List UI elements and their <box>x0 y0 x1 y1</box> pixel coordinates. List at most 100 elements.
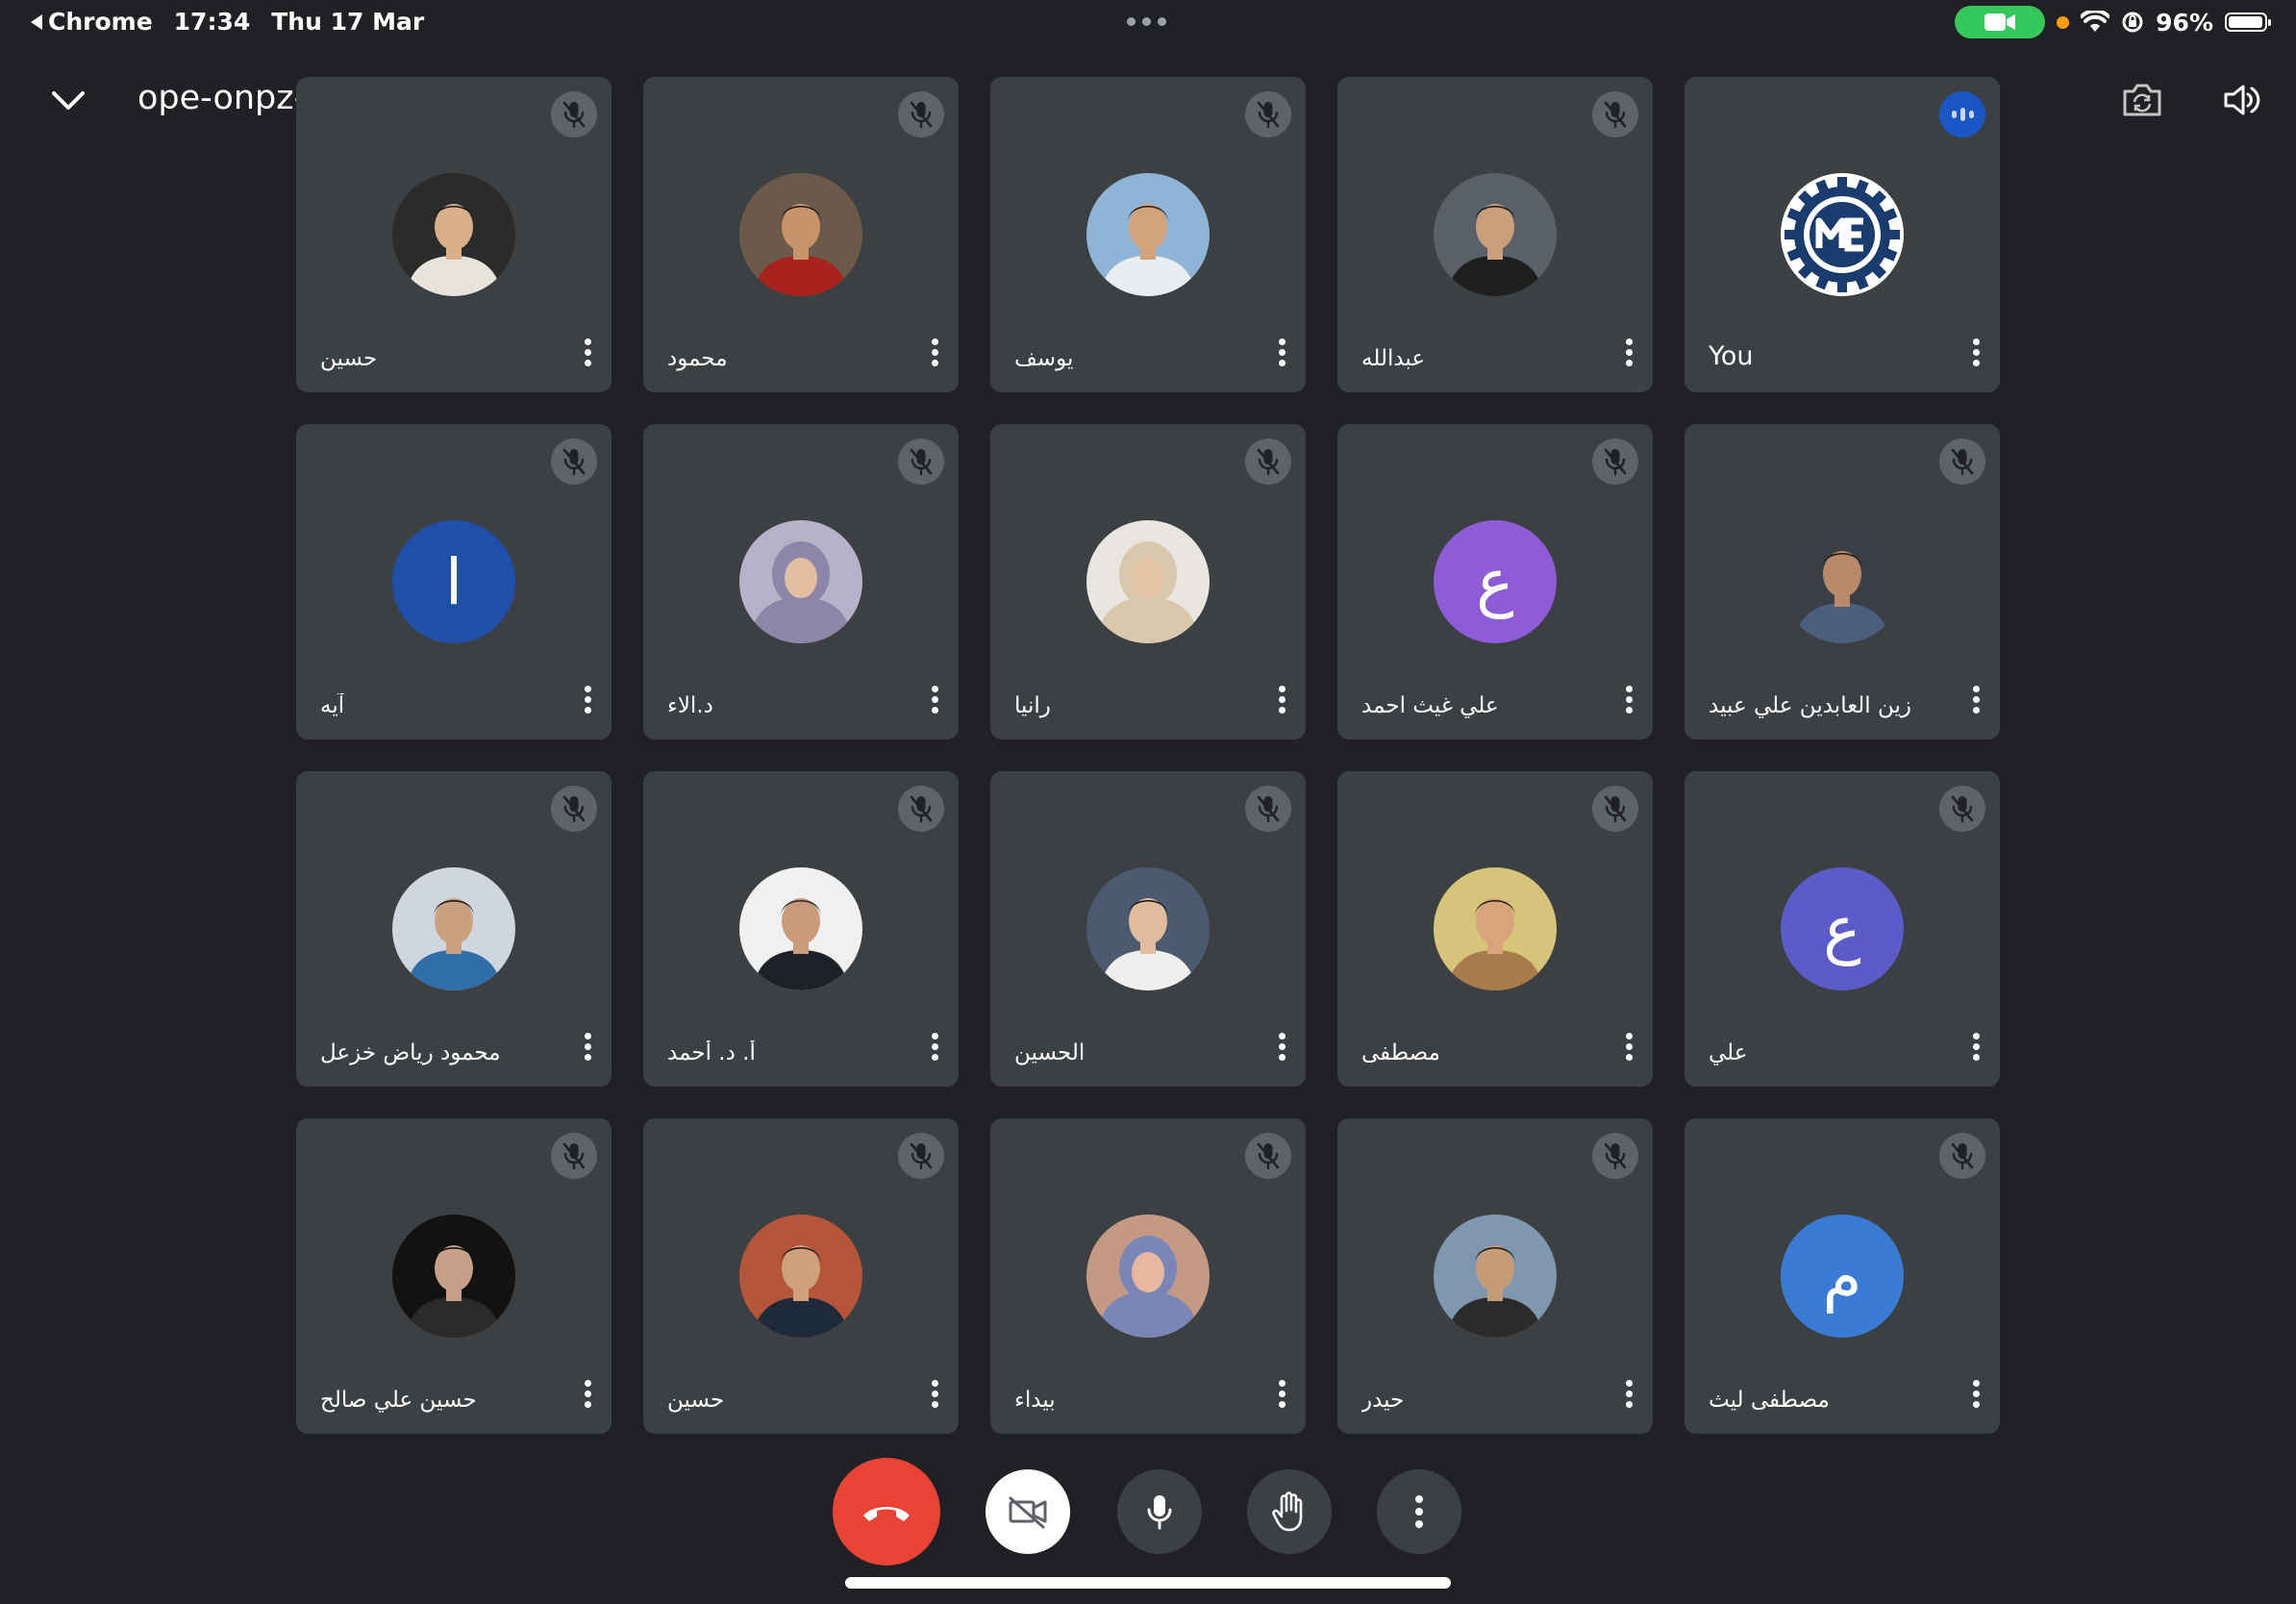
end-call-button[interactable] <box>833 1458 940 1566</box>
muted-badge <box>1592 91 1638 138</box>
mic-off-icon <box>1257 101 1280 129</box>
avatar <box>1434 867 1557 990</box>
avatar: ع <box>1781 867 1904 990</box>
participant-tile[interactable]: م مصطفى ليث <box>1685 1118 2000 1434</box>
participant-tile[interactable]: رانيا <box>990 424 1306 739</box>
participant-options-button[interactable] <box>574 1374 601 1413</box>
avatar <box>392 1215 515 1338</box>
muted-badge <box>898 1133 944 1179</box>
participant-options-button[interactable] <box>1962 1027 1989 1065</box>
mic-off-icon <box>1257 448 1280 476</box>
participant-tile[interactable]: زين العابدين علي عبيد <box>1685 424 2000 739</box>
participant-options-button[interactable] <box>1962 680 1989 718</box>
participant-tile[interactable]: أ. د. أحمد <box>643 771 959 1087</box>
avatar <box>392 173 515 296</box>
camera-in-use-indicator[interactable] <box>1955 6 2046 38</box>
participant-tile[interactable]: ا آيه <box>296 424 611 739</box>
participant-tile[interactable]: محمود <box>643 77 959 392</box>
mic-off-icon <box>1604 448 1627 476</box>
back-to-app-button[interactable]: Chrome <box>31 8 153 36</box>
microphone-toggle-button[interactable] <box>1117 1469 1202 1554</box>
mic-off-icon <box>1604 101 1627 129</box>
participant-options-button[interactable] <box>921 1374 948 1413</box>
muted-badge <box>1939 786 1985 832</box>
mic-off-icon <box>1951 448 1974 476</box>
minimize-call-button[interactable] <box>44 77 92 125</box>
muted-badge <box>1245 1133 1291 1179</box>
muted-badge <box>551 439 597 485</box>
switch-camera-button[interactable] <box>2115 75 2169 125</box>
participant-name: حسين <box>320 346 378 371</box>
camera-off-icon <box>1009 1496 1047 1529</box>
participant-tile[interactable]: يوسف <box>990 77 1306 392</box>
participant-tile[interactable]: ع علي <box>1685 771 2000 1087</box>
participant-name: علي <box>1709 1040 1748 1065</box>
home-indicator[interactable] <box>845 1577 1451 1589</box>
participant-options-button[interactable] <box>1615 333 1642 371</box>
camera-toggle-button[interactable] <box>986 1469 1070 1554</box>
participant-tile[interactable]: ع علي غيث احمد <box>1337 424 1653 739</box>
video-camera-icon <box>1984 13 2016 31</box>
participant-tile[interactable]: الحسين <box>990 771 1306 1087</box>
raise-hand-button[interactable] <box>1247 1469 1332 1554</box>
participant-name: عبدالله <box>1361 346 1426 371</box>
participant-options-button[interactable] <box>1268 680 1295 718</box>
participant-tile[interactable]: You <box>1685 77 2000 392</box>
participant-tile[interactable]: د.الاء <box>643 424 959 739</box>
participant-options-button[interactable] <box>921 680 948 718</box>
participant-options-button[interactable] <box>574 680 601 718</box>
participant-options-button[interactable] <box>921 333 948 371</box>
muted-badge <box>551 1133 597 1179</box>
avatar <box>1781 520 1904 643</box>
avatar <box>1781 173 1904 296</box>
avatar: ا <box>392 520 515 643</box>
participant-options-button[interactable] <box>1962 333 1989 371</box>
muted-badge <box>1939 439 1985 485</box>
muted-badge <box>1939 1133 1985 1179</box>
orientation-lock-icon <box>2122 12 2143 33</box>
participant-name: أ. د. أحمد <box>667 1040 756 1065</box>
status-time: 17:34 <box>173 8 251 36</box>
avatar <box>1086 520 1210 643</box>
mic-off-icon <box>910 1142 933 1170</box>
call-controls <box>0 1458 2296 1566</box>
wifi-icon <box>2081 11 2110 32</box>
participant-tile[interactable]: بيداء <box>990 1118 1306 1434</box>
avatar <box>739 867 862 990</box>
participant-options-button[interactable] <box>1615 680 1642 718</box>
participant-name: حسين <box>667 1388 725 1413</box>
avatar <box>392 867 515 990</box>
audio-output-button[interactable] <box>2215 75 2269 125</box>
multitasking-dots[interactable] <box>1127 17 1166 26</box>
participant-tile[interactable]: محمود رياض خزعل <box>296 771 611 1087</box>
avatar <box>1434 1215 1557 1338</box>
mic-off-icon <box>1257 795 1280 823</box>
participant-options-button[interactable] <box>1268 1374 1295 1413</box>
mic-off-icon <box>562 101 586 129</box>
participant-tile[interactable]: حسين <box>643 1118 959 1434</box>
participant-name: مصطفى ليث <box>1709 1388 1830 1413</box>
battery-icon <box>2225 13 2271 32</box>
participant-name: محمود <box>667 346 728 371</box>
participant-name: يوسف <box>1014 346 1074 371</box>
participant-options-button[interactable] <box>1962 1374 1989 1413</box>
back-app-label: Chrome <box>48 8 153 36</box>
more-options-button[interactable] <box>1377 1469 1461 1554</box>
participant-tile[interactable]: حيدر <box>1337 1118 1653 1434</box>
participant-options-button[interactable] <box>574 333 601 371</box>
participant-options-button[interactable] <box>1268 333 1295 371</box>
participant-options-button[interactable] <box>574 1027 601 1065</box>
participant-tile[interactable]: مصطفى <box>1337 771 1653 1087</box>
mic-off-icon <box>910 795 933 823</box>
mic-in-use-dot <box>2057 15 2070 29</box>
participant-tile[interactable]: حسين علي صالح <box>296 1118 611 1434</box>
avatar: ع <box>1434 520 1557 643</box>
mic-off-icon <box>562 795 586 823</box>
participant-options-button[interactable] <box>1268 1027 1295 1065</box>
participant-tile[interactable]: حسين <box>296 77 611 392</box>
avatar <box>739 520 862 643</box>
participant-options-button[interactable] <box>921 1027 948 1065</box>
participant-options-button[interactable] <box>1615 1027 1642 1065</box>
participant-tile[interactable]: عبدالله <box>1337 77 1653 392</box>
participant-options-button[interactable] <box>1615 1374 1642 1413</box>
